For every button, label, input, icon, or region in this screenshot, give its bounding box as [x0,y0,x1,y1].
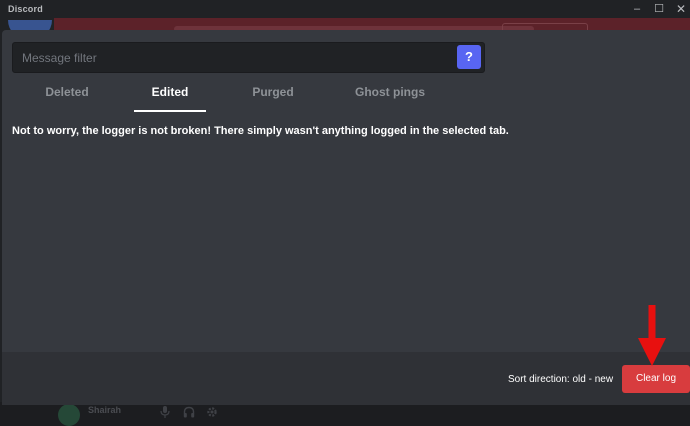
clear-log-button[interactable]: Clear log [622,365,690,393]
headphones-icon [182,406,196,420]
microphone-icon [158,406,172,420]
close-icon[interactable]: ✕ [670,1,690,17]
tab-edited[interactable]: Edited [134,84,206,112]
red-arrow-annotation [638,305,666,366]
maximize-icon[interactable]: ☐ [648,1,670,17]
help-button[interactable]: ? [457,45,481,69]
message-filter [12,42,485,73]
user-name: Shairah [88,405,122,415]
sort-direction-toggle[interactable]: Sort direction: old - new [508,374,613,385]
tab-deleted[interactable]: Deleted [30,84,104,112]
app-title: Discord [8,4,43,14]
tab-ghost-pings[interactable]: Ghost pings [340,84,440,112]
empty-log-message: Not to worry, the logger is not broken! … [12,125,509,137]
active-tab-indicator [134,110,206,112]
title-bar: Discord – ☐ ✕ [0,0,690,18]
message-filter-input[interactable] [13,43,453,72]
settings-gear-icon [205,406,219,420]
tab-purged[interactable]: Purged [236,84,310,112]
help-icon: ? [465,49,473,64]
user-avatar [58,404,80,426]
discord-window: Discord – ☐ ✕ Shairah ? Deleted Edited P… [0,0,690,426]
minimize-icon[interactable]: – [626,1,648,17]
